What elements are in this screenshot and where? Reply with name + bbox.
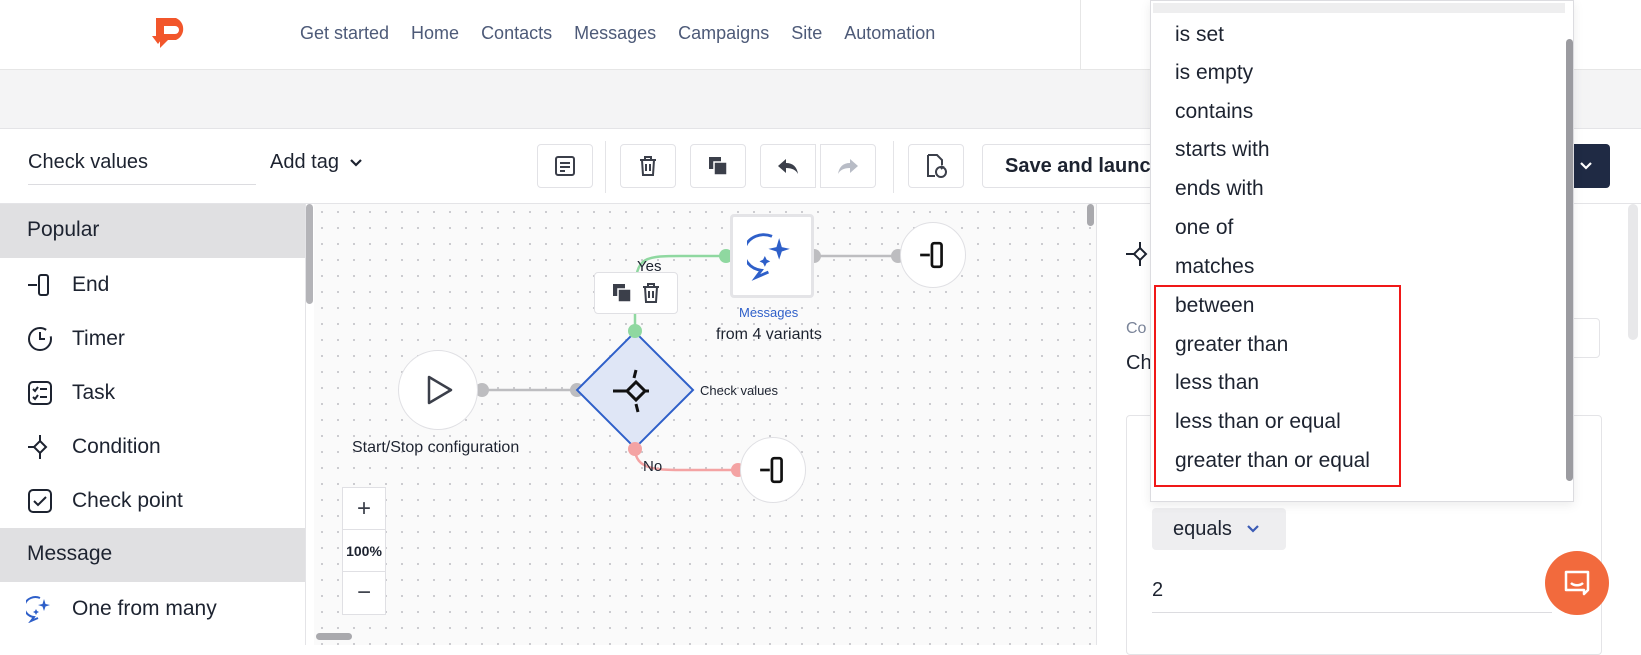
yes-branch-label: Yes — [637, 258, 662, 275]
no-port — [628, 442, 642, 456]
messages-node[interactable] — [730, 214, 814, 298]
option-is-empty[interactable]: is empty — [1175, 61, 1253, 85]
end-icon — [760, 456, 783, 484]
play-icon — [427, 375, 453, 405]
zoom-out-button[interactable]: − — [343, 572, 385, 614]
no-branch-label: No — [643, 458, 663, 475]
end-icon — [920, 241, 943, 269]
end-node[interactable] — [740, 437, 806, 503]
option-contains[interactable]: contains — [1175, 100, 1253, 124]
panel-scrollbar[interactable] — [1628, 204, 1638, 340]
canvas-horizontal-scrollbar[interactable] — [316, 633, 352, 640]
messages-node-title: Messages — [739, 305, 799, 320]
highlight-box — [1154, 285, 1401, 487]
trash-icon[interactable] — [641, 282, 661, 304]
operator-select[interactable]: equals — [1152, 508, 1286, 550]
option-starts-with[interactable]: starts with — [1175, 138, 1270, 162]
start-node-label: Start/Stop configuration — [352, 439, 520, 456]
zoom-in-button[interactable]: + — [343, 488, 385, 530]
option-ends-with[interactable]: ends with — [1175, 177, 1264, 201]
condition-icon — [613, 369, 649, 413]
zoom-level: 100% — [343, 530, 385, 572]
messages-node-subtitle: from 4 variants — [716, 326, 822, 343]
dropdown-scrollbar[interactable] — [1566, 39, 1573, 481]
option-matches[interactable]: matches — [1175, 255, 1254, 279]
condition-node-label: Check values — [700, 383, 779, 398]
operator-select-value: equals — [1173, 517, 1232, 540]
chevron-down-icon — [1247, 525, 1259, 533]
start-node[interactable] — [398, 350, 478, 430]
condition-node-actions — [594, 272, 678, 314]
copy-icon[interactable] — [611, 282, 633, 304]
chat-icon — [1564, 570, 1590, 596]
option-is-set[interactable]: is set — [1175, 23, 1224, 47]
yes-port — [628, 324, 642, 338]
zoom-control: + 100% − — [342, 487, 386, 615]
canvas-vertical-scrollbar[interactable] — [1087, 204, 1094, 226]
end-node[interactable] — [900, 222, 966, 288]
chat-launcher-button[interactable] — [1545, 551, 1609, 615]
option-one-of[interactable]: one of — [1175, 216, 1233, 240]
panel-field-label: Co — [1126, 320, 1147, 337]
condition-value-input[interactable]: 2 — [1152, 575, 1552, 613]
sparkle-chat-icon — [747, 233, 790, 281]
panel-field-value: Ch — [1126, 352, 1152, 374]
dropdown-top-edge — [1153, 3, 1565, 13]
